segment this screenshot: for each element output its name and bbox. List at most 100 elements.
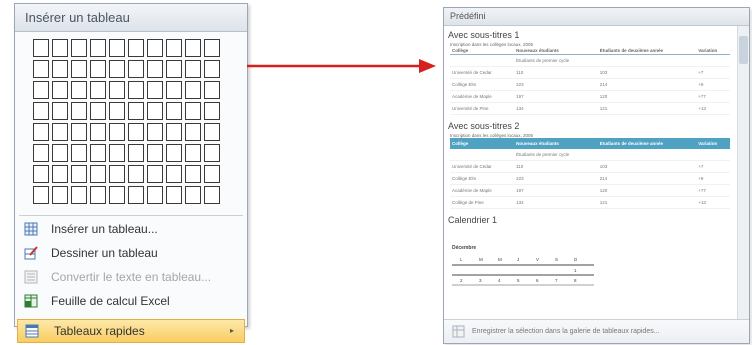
grid-cell[interactable] — [204, 144, 220, 162]
grid-cell[interactable] — [71, 60, 87, 78]
grid-cell[interactable] — [147, 144, 163, 162]
grid-cell[interactable] — [128, 123, 144, 141]
grid-cell[interactable] — [109, 123, 125, 141]
grid-cell[interactable] — [71, 102, 87, 120]
gallery-item-subheadings-2[interactable]: Avec sous-titres 2 Inscription dans les … — [444, 121, 737, 209]
grid-cell[interactable] — [147, 102, 163, 120]
grid-cell[interactable] — [90, 123, 106, 141]
grid-cell[interactable] — [185, 165, 201, 183]
grid-cell[interactable] — [71, 186, 87, 204]
grid-cell[interactable] — [90, 165, 106, 183]
grid-cell[interactable] — [52, 186, 68, 204]
table-row: Académie de Maple 197 120 +77 — [450, 90, 730, 103]
grid-cell[interactable] — [109, 102, 125, 120]
grid-cell[interactable] — [71, 144, 87, 162]
grid-cell[interactable] — [166, 60, 182, 78]
grid-cell[interactable] — [90, 81, 106, 99]
save-selection-to-gallery[interactable]: Enregistrer la sélection dans la galerie… — [444, 319, 749, 343]
grid-cell[interactable] — [52, 144, 68, 162]
grid-cell[interactable] — [128, 186, 144, 204]
grid-cell[interactable] — [166, 186, 182, 204]
grid-cell[interactable] — [52, 123, 68, 141]
table-size-grid[interactable] — [33, 39, 225, 208]
grid-cell[interactable] — [185, 81, 201, 99]
grid-cell[interactable] — [33, 39, 49, 57]
grid-cell[interactable] — [109, 39, 125, 57]
grid-cell[interactable] — [109, 144, 125, 162]
draw-table-item[interactable]: Dessiner un tableau — [15, 241, 247, 265]
grid-cell[interactable] — [109, 186, 125, 204]
grid-cell[interactable] — [109, 81, 125, 99]
gallery-item-calendar-1[interactable]: Calendrier 1 Décembre L M M J V S D 1 2 3 4 5 6 7 8 — [444, 215, 737, 297]
grid-cell[interactable] — [147, 186, 163, 204]
grid-cell[interactable] — [185, 186, 201, 204]
grid-cell[interactable] — [71, 39, 87, 57]
scrollbar-thumb[interactable] — [739, 36, 748, 64]
table-row: Collège de Pine 134 121 +13 — [450, 196, 730, 209]
grid-cell[interactable] — [166, 165, 182, 183]
gallery-item-subheadings-1[interactable]: Avec sous-titres 1 Inscription dans les … — [444, 30, 737, 115]
table-cell: Académie de Maple — [450, 184, 515, 197]
grid-cell[interactable] — [33, 186, 49, 204]
grid-cell[interactable] — [128, 165, 144, 183]
grid-cell[interactable] — [166, 123, 182, 141]
grid-cell[interactable] — [52, 60, 68, 78]
insert-table-item[interactable]: Insérer un tableau... — [15, 217, 247, 241]
grid-cell[interactable] — [109, 165, 125, 183]
grid-cell[interactable] — [185, 102, 201, 120]
grid-cell[interactable] — [128, 144, 144, 162]
grid-cell[interactable] — [204, 123, 220, 141]
grid-cell[interactable] — [128, 60, 144, 78]
grid-cell[interactable] — [204, 165, 220, 183]
grid-cell[interactable] — [71, 81, 87, 99]
gallery-scrollbar[interactable] — [737, 26, 749, 319]
grid-cell[interactable] — [147, 123, 163, 141]
grid-cell[interactable] — [147, 60, 163, 78]
grid-cell[interactable] — [147, 39, 163, 57]
grid-cell[interactable] — [166, 81, 182, 99]
grid-cell[interactable] — [128, 81, 144, 99]
grid-cell[interactable] — [166, 39, 182, 57]
grid-cell[interactable] — [166, 102, 182, 120]
grid-cell[interactable] — [90, 144, 106, 162]
grid-cell[interactable] — [52, 165, 68, 183]
grid-cell[interactable] — [52, 81, 68, 99]
grid-cell[interactable] — [204, 186, 220, 204]
grid-cell[interactable] — [128, 39, 144, 57]
grid-cell[interactable] — [204, 60, 220, 78]
grid-cell[interactable] — [33, 102, 49, 120]
table-cell: 134 — [514, 196, 598, 209]
grid-cell[interactable] — [147, 165, 163, 183]
grid-cell[interactable] — [90, 39, 106, 57]
grid-cell[interactable] — [128, 102, 144, 120]
grid-cell[interactable] — [147, 81, 163, 99]
convert-text-item[interactable]: Convertir le texte en tableau... — [15, 265, 247, 289]
draw-table-label: Dessiner un tableau — [51, 246, 158, 260]
grid-cell[interactable] — [185, 60, 201, 78]
grid-cell[interactable] — [185, 144, 201, 162]
grid-cell[interactable] — [52, 39, 68, 57]
grid-cell[interactable] — [33, 60, 49, 78]
calendar-cell: V — [536, 257, 539, 262]
table-cell: Collège Elm — [450, 172, 515, 185]
quick-tables-item[interactable]: Tableaux rapides ▸ — [17, 319, 245, 343]
grid-cell[interactable] — [109, 60, 125, 78]
grid-cell[interactable] — [166, 144, 182, 162]
grid-cell[interactable] — [33, 144, 49, 162]
grid-cell[interactable] — [71, 123, 87, 141]
grid-cell[interactable] — [204, 81, 220, 99]
grid-cell[interactable] — [90, 102, 106, 120]
grid-cell[interactable] — [185, 123, 201, 141]
grid-cell[interactable] — [71, 165, 87, 183]
grid-cell[interactable] — [185, 39, 201, 57]
grid-cell[interactable] — [204, 39, 220, 57]
grid-cell[interactable] — [204, 102, 220, 120]
grid-cell[interactable] — [90, 60, 106, 78]
grid-cell[interactable] — [33, 123, 49, 141]
grid-cell[interactable] — [90, 186, 106, 204]
grid-cell[interactable] — [52, 102, 68, 120]
grid-cell[interactable] — [33, 165, 49, 183]
excel-sheet-item[interactable]: Feuille de calcul Excel — [15, 289, 247, 313]
grid-cell[interactable] — [33, 81, 49, 99]
table-cell: Académie de Maple — [450, 90, 515, 103]
